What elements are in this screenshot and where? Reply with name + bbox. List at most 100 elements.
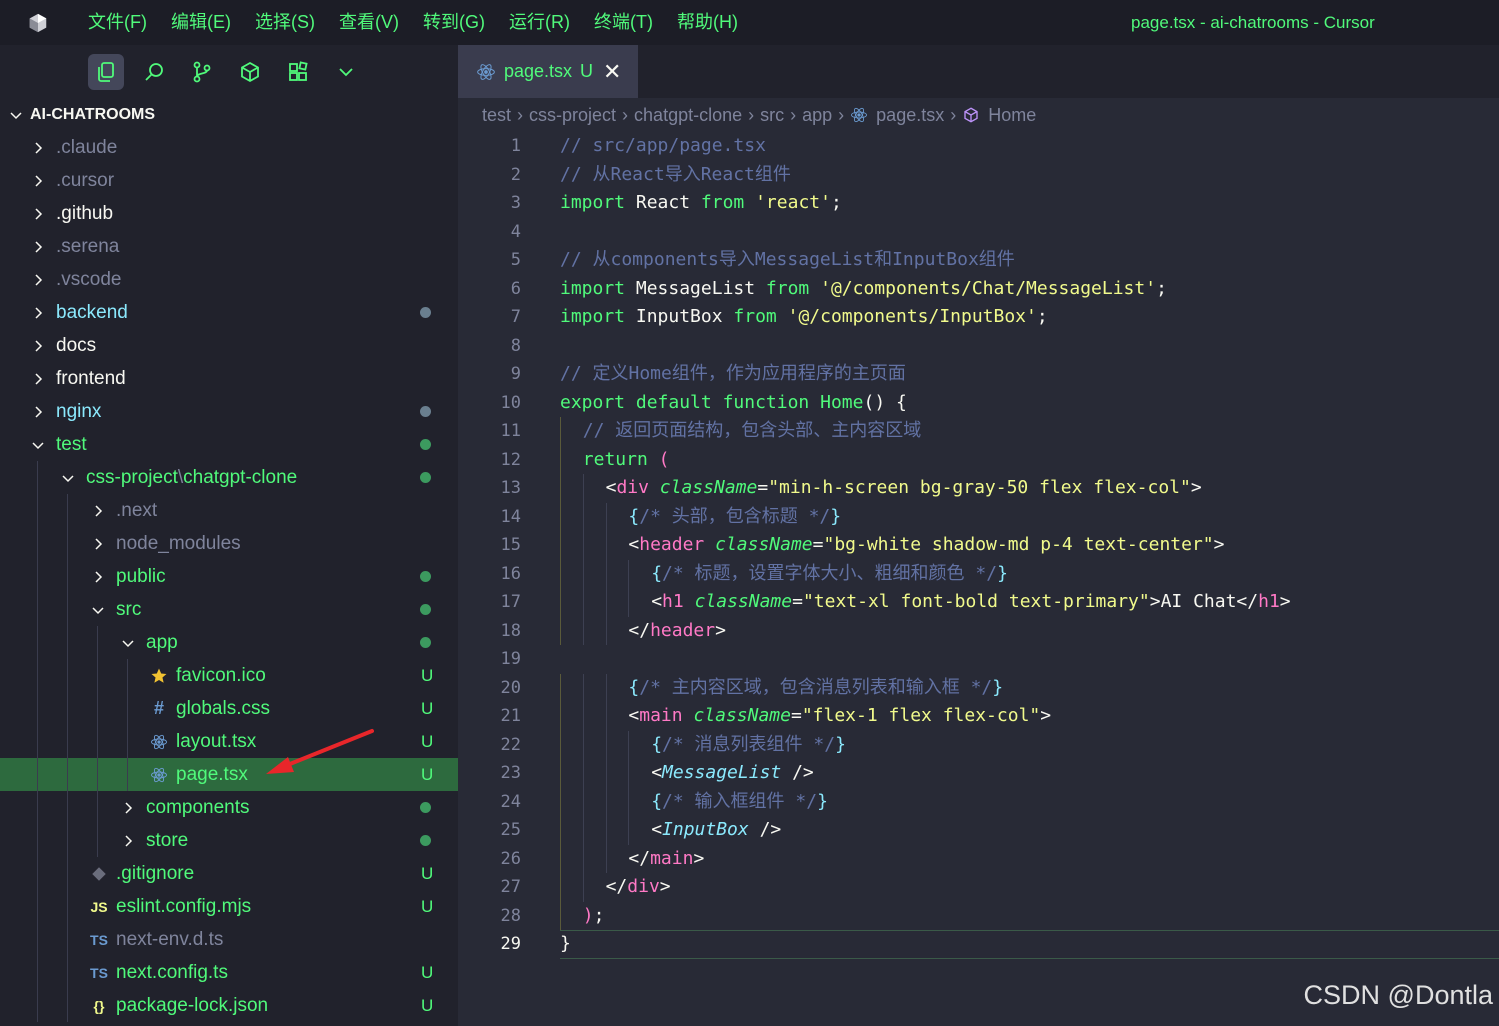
menu-file[interactable]: 文件(F) — [76, 0, 159, 45]
code-editor[interactable]: 1 // src/app/page.tsx 2 // 从React导入React组件 3… — [458, 132, 1499, 1026]
folder-item[interactable]: test — [0, 428, 458, 461]
breadcrumb-item[interactable]: Home — [988, 105, 1036, 126]
explorer-section-header[interactable]: AI-CHATROOMS — [0, 98, 458, 131]
folder-item[interactable]: .vscode — [0, 263, 458, 296]
code-token: </ — [628, 847, 651, 869]
menu-run[interactable]: 运行(R) — [497, 0, 582, 45]
folder-item[interactable]: .next — [0, 494, 458, 527]
menu-edit[interactable]: 编辑(E) — [159, 0, 243, 45]
code-token: "flex-1 flex flex-col" — [801, 705, 1041, 726]
folder-item[interactable]: css-project\chatgpt-clone — [0, 461, 458, 494]
code-token: // 定义Home组件，作为应用程序的主页面 — [560, 363, 906, 384]
close-icon[interactable]: ✕ — [603, 60, 621, 83]
menu-go[interactable]: 转到(G) — [411, 0, 497, 45]
extensions-icon[interactable] — [232, 54, 268, 90]
file-item[interactable]: TS next.config.ts U — [0, 956, 458, 989]
breadcrumb-item[interactable]: chatgpt-clone — [634, 105, 742, 126]
file-item[interactable]: favicon.ico U — [0, 659, 458, 692]
breadcrumb-item[interactable]: css-project — [529, 105, 616, 126]
code-text: } — [560, 930, 571, 959]
menu-selection[interactable]: 选择(S) — [243, 0, 327, 45]
chevron-down-icon[interactable] — [328, 54, 364, 90]
chevron-right-icon — [35, 240, 43, 253]
file-item[interactable]: JS eslint.config.mjs U — [0, 890, 458, 923]
breadcrumb-item[interactable]: test — [482, 105, 511, 126]
indent-guide — [37, 758, 38, 791]
code-token: /* 主内容区域，包含消息列表和输入框 */ — [639, 676, 993, 698]
file-item[interactable]: page.tsx U — [0, 758, 458, 791]
code-token: import — [560, 306, 626, 327]
indent-guide — [67, 692, 68, 725]
indent-guide — [67, 857, 68, 890]
line-number: 24 — [500, 791, 521, 812]
code-line: 14 {/* 头部，包含标题 */} — [458, 502, 1499, 531]
folder-item[interactable]: app — [0, 626, 458, 659]
code-line: 25 <InputBox /> — [458, 816, 1499, 845]
folder-item[interactable]: node_modules — [0, 527, 458, 560]
line-number: 1 — [510, 136, 521, 156]
tab-page-tsx[interactable]: page.tsx U ✕ — [458, 45, 638, 98]
indent-guide — [605, 673, 607, 702]
tree-item-label: .gitignore — [116, 863, 194, 885]
explorer-icon[interactable] — [88, 53, 124, 90]
tree-item-name: eslint.config.mjs — [116, 895, 252, 917]
breadcrumb-item[interactable]: app — [802, 105, 832, 126]
modified-dot-icon — [420, 835, 431, 846]
watermark: CSDN @Dontla — [1303, 980, 1493, 1010]
menu-terminal[interactable]: 终端(T) — [582, 0, 665, 45]
folder-item[interactable]: .cursor — [0, 164, 458, 197]
search-icon[interactable] — [136, 54, 172, 90]
folder-item[interactable]: nginx — [0, 395, 458, 428]
tree-item-name: nginx — [56, 400, 102, 422]
tree-item-name: next.config.ts — [116, 961, 228, 983]
folder-item[interactable]: .github — [0, 197, 458, 230]
code-line: 8 — [458, 332, 1499, 361]
indent-guide — [67, 956, 68, 989]
menu-help[interactable]: 帮助(H) — [665, 0, 750, 45]
indent-guide — [605, 588, 607, 617]
folder-item[interactable]: docs — [0, 329, 458, 362]
code-token: h1 — [662, 591, 684, 612]
ts-icon: TS — [90, 931, 108, 948]
breadcrumb-item[interactable]: page.tsx — [876, 105, 944, 126]
file-item[interactable]: {} package-lock.json U — [0, 989, 458, 1022]
code-token: h1 — [1258, 591, 1280, 612]
code-token: = — [792, 591, 803, 612]
indent-guide — [582, 588, 584, 617]
code-line: 9 // 定义Home组件，作为应用程序的主页面 — [458, 360, 1499, 389]
indent-guide — [582, 502, 584, 531]
modified-dot-icon — [420, 406, 431, 417]
folder-item[interactable]: .serena — [0, 230, 458, 263]
menu-view[interactable]: 查看(V) — [327, 0, 411, 45]
folder-item[interactable]: .claude — [0, 131, 458, 164]
code-token: ) — [582, 904, 594, 926]
breadcrumb-item[interactable]: src — [760, 105, 784, 126]
file-item[interactable]: .gitignore U — [0, 857, 458, 890]
indent-guide — [37, 857, 38, 890]
code-token: /> — [781, 762, 814, 783]
folder-item[interactable]: frontend — [0, 362, 458, 395]
folder-item[interactable]: backend — [0, 296, 458, 329]
source-control-icon[interactable] — [184, 54, 220, 90]
indent-guide — [582, 559, 584, 588]
grid-icon[interactable] — [280, 54, 316, 90]
folder-item[interactable]: public — [0, 560, 458, 593]
indent-guide — [127, 692, 128, 725]
indent-guide — [628, 559, 630, 588]
indent-guide — [97, 692, 98, 725]
line-number: 16 — [500, 563, 521, 584]
file-item[interactable]: TS next-env.d.ts — [0, 923, 458, 956]
code-token: from — [700, 192, 745, 213]
tree-item-label: page.tsx — [176, 764, 248, 786]
line-number: 17 — [500, 592, 521, 612]
folder-item[interactable]: components — [0, 791, 458, 824]
code-token: // 从React导入React组件 — [560, 163, 791, 185]
chevron-right-icon — [95, 570, 103, 583]
file-item[interactable]: # globals.css U — [0, 692, 458, 725]
tree-item-label: next-env.d.ts — [116, 929, 223, 951]
folder-item[interactable]: store — [0, 824, 458, 857]
file-item[interactable]: layout.tsx U — [0, 725, 458, 758]
folder-item[interactable]: src — [0, 593, 458, 626]
code-token: } — [830, 505, 842, 527]
